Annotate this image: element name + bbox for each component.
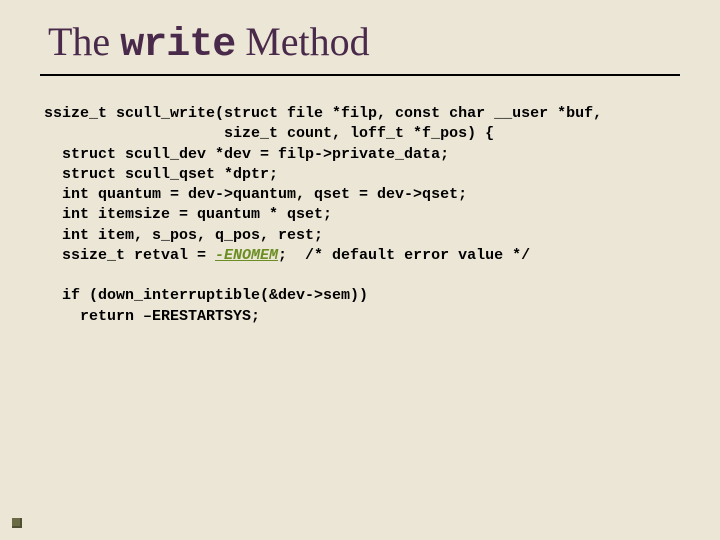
- code-line: struct scull_dev *dev = filp->private_da…: [44, 146, 449, 163]
- code-line: struct scull_qset *dptr;: [44, 166, 278, 183]
- code-line: int item, s_pos, q_pos, rest;: [44, 227, 323, 244]
- code-line: if (down_interruptible(&dev->sem)): [44, 287, 368, 304]
- code-line: ; /* default error value */: [278, 247, 530, 264]
- code-line: ssize_t scull_write(struct file *filp, c…: [44, 105, 602, 122]
- slide-title: The write Method: [48, 20, 680, 68]
- code-line: int itemsize = quantum * qset;: [44, 206, 332, 223]
- title-suffix: Method: [235, 19, 369, 64]
- code-line: int quantum = dev->quantum, qset = dev->…: [44, 186, 467, 203]
- code-line: size_t count, loff_t *f_pos) {: [44, 125, 494, 142]
- title-prefix: The: [48, 19, 120, 64]
- code-highlight: -ENOMEM: [215, 247, 278, 264]
- code-block: ssize_t scull_write(struct file *filp, c…: [40, 104, 680, 327]
- title-block: The write Method: [40, 20, 680, 76]
- code-line: ssize_t retval =: [44, 247, 215, 264]
- slide: The write Method ssize_t scull_write(str…: [0, 0, 720, 540]
- code-line: return –ERESTARTSYS;: [44, 308, 260, 325]
- title-mono: write: [120, 23, 235, 68]
- footer-bullet-icon: [12, 518, 22, 528]
